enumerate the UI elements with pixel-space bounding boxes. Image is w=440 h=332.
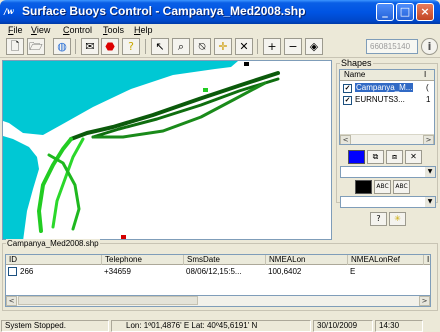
toolbar-separator	[257, 39, 258, 54]
label-font-button[interactable]: ABC	[374, 180, 391, 194]
phone-number-input[interactable]	[366, 39, 418, 54]
email-icon[interactable]: ✉	[81, 38, 99, 55]
new-file-icon[interactable]: 🗋	[6, 38, 24, 55]
scroll-left-icon[interactable]: <	[6, 296, 17, 306]
info-icon[interactable]: i	[421, 38, 438, 55]
menu-help[interactable]: Help	[134, 25, 153, 35]
table-hscrollbar[interactable]: < >	[5, 296, 431, 307]
shapes-panel: Shapes Name I ✓ Campanya_M... ( ✓ EURNUT…	[334, 58, 440, 240]
column-header-extra[interactable]: I	[423, 255, 430, 265]
open-folder-icon[interactable]: 🗁	[27, 38, 45, 55]
buoy-marker-red[interactable]	[121, 235, 126, 239]
scroll-left-icon[interactable]: <	[340, 135, 351, 144]
menu-control[interactable]: Control	[63, 25, 92, 35]
column-header-telephone[interactable]: Telephone	[101, 255, 183, 265]
query-icon[interactable]: ?	[370, 212, 387, 226]
window-title: Surface Buoys Control - Campanya_Med2008…	[22, 4, 306, 18]
toolbar: 🗋 🗁 ◍ ✉ ⬣ ? ↖ ⌕ ⍉ ✛ ✕ + − ◈ i	[0, 36, 440, 58]
row-checkbox[interactable]	[8, 267, 17, 276]
status-state: System Stopped.	[1, 320, 109, 332]
column-h-header[interactable]: I	[424, 70, 426, 79]
toolbar-separator	[145, 39, 146, 54]
remove-layer-icon[interactable]: ✕	[405, 150, 422, 164]
column-header-id[interactable]: ID	[6, 255, 101, 265]
fill-style-select[interactable]: ▼	[340, 166, 436, 178]
land-polygon-coast	[3, 136, 39, 239]
layer-extra: (	[426, 83, 429, 92]
help-icon[interactable]: ?	[122, 38, 140, 55]
line-color-swatch[interactable]	[355, 180, 372, 194]
menu-file[interactable]: File	[8, 25, 23, 35]
layer-name: EURNUTS3...	[355, 95, 405, 104]
layer-extra: 1	[426, 95, 431, 104]
menu-view[interactable]: View	[31, 25, 50, 35]
layer-list[interactable]: Name I ✓ Campanya_M... ( ✓ EURNUTS3... 1…	[339, 69, 435, 145]
layer-item[interactable]: ✓ EURNUTS3... 1	[342, 95, 434, 106]
column-header-nmealonref[interactable]: NMEALonRef	[347, 255, 423, 265]
attribute-table[interactable]: ID Telephone SmsDate NMEALon NMEALonRef …	[5, 254, 431, 296]
attribute-table-title: Campanya_Med2008.shp	[6, 239, 100, 248]
minus-icon[interactable]: −	[284, 38, 302, 55]
scroll-right-icon[interactable]: >	[419, 296, 430, 306]
buoy-marker-black[interactable]	[244, 62, 249, 66]
title-bar: /w Surface Buoys Control - Campanya_Med2…	[0, 0, 440, 24]
distance-icon[interactable]: ✕	[235, 38, 253, 55]
column-header-smsdate[interactable]: SmsDate	[183, 255, 265, 265]
layer-checkbox[interactable]: ✓	[343, 96, 352, 105]
line-style-select[interactable]: ▼	[340, 196, 436, 208]
scroll-thumb[interactable]	[18, 296, 198, 305]
layer-hscrollbar[interactable]: < >	[340, 134, 434, 144]
pointer-icon[interactable]: ↖	[151, 38, 169, 55]
cell-smsdate: 08/06/12,15:5...	[186, 267, 242, 276]
column-name-header[interactable]: Name	[344, 70, 365, 79]
cell-nmealonref: E	[350, 267, 356, 276]
layer-name: Campanya_M...	[355, 83, 414, 92]
status-bar: System Stopped. Lon: 1º01,4876' E Lat: 4…	[0, 320, 440, 332]
shapes-title: Shapes	[340, 58, 373, 68]
chevron-down-icon: ▼	[425, 197, 435, 207]
table-header: ID Telephone SmsDate NMEALon NMEALonRef …	[6, 255, 430, 265]
diamond-icon[interactable]: ◈	[305, 38, 323, 55]
layer-checkbox[interactable]: ✓	[343, 84, 352, 93]
layer-item[interactable]: ✓ Campanya_M... (	[342, 83, 434, 94]
stop-icon[interactable]: ⬣	[101, 38, 119, 55]
plus-icon[interactable]: +	[263, 38, 281, 55]
buoy-marker-green[interactable]	[203, 88, 208, 92]
highlight-icon[interactable]: ✳	[389, 212, 406, 226]
status-coordinates: Lon: 1º01,4876' E Lat: 40º45,6191' N	[111, 320, 311, 332]
zoom-out-icon[interactable]: ⍉	[193, 38, 211, 55]
minimize-button[interactable]: _	[376, 3, 394, 21]
column-header-nmealon[interactable]: NMEALon	[265, 255, 347, 265]
menu-bar: File View Control Tools Help	[0, 24, 440, 36]
map-canvas	[3, 61, 280, 239]
app-icon: /w	[4, 6, 14, 16]
cell-telephone: +34659	[104, 267, 131, 276]
close-button[interactable]: ×	[416, 3, 434, 21]
maximize-button[interactable]: □	[396, 3, 414, 21]
copy-style-icon[interactable]: ⧉	[367, 150, 384, 164]
label-style-button[interactable]: ABC	[393, 180, 410, 194]
fill-color-swatch[interactable]	[348, 150, 365, 164]
paste-style-icon[interactable]: ⧈	[386, 150, 403, 164]
map-view[interactable]	[2, 60, 332, 240]
layer-list-header: Name I	[340, 70, 434, 81]
chevron-down-icon: ▼	[425, 167, 435, 177]
status-time: 14:30	[375, 320, 423, 332]
menu-tools[interactable]: Tools	[103, 25, 124, 35]
toolbar-separator	[75, 39, 76, 54]
crosshair-icon[interactable]: ✛	[214, 38, 232, 55]
zoom-in-icon[interactable]: ⌕	[172, 38, 190, 55]
cell-id: 266	[20, 267, 34, 276]
scroll-right-icon[interactable]: >	[423, 135, 434, 144]
globe-icon[interactable]: ◍	[53, 38, 71, 55]
cell-nmealon: 100,6402	[268, 267, 302, 276]
status-date: 30/10/2009	[313, 320, 373, 332]
